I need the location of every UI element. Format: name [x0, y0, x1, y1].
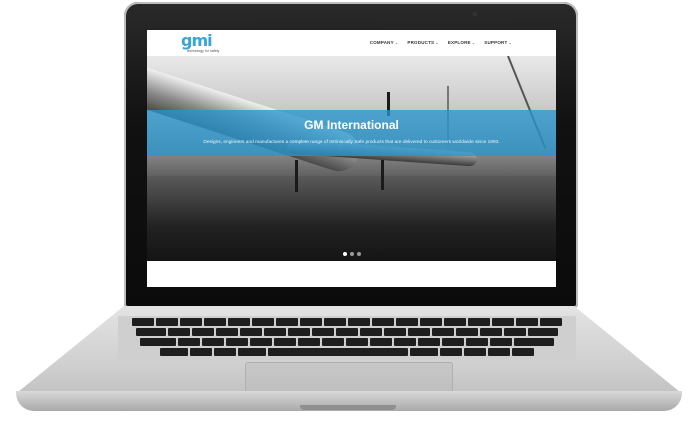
- key-row: [118, 318, 576, 326]
- key: [512, 348, 534, 356]
- nav-item-label: SUPPORT: [484, 40, 508, 45]
- key: [528, 328, 558, 336]
- nav-item-support[interactable]: SUPPORT ⌄: [484, 40, 512, 45]
- key: [440, 348, 462, 356]
- key: [214, 348, 236, 356]
- space-key: [268, 348, 408, 356]
- key: [228, 318, 250, 326]
- key: [468, 318, 490, 326]
- page-content-area: [147, 261, 556, 287]
- key: [432, 328, 454, 336]
- key: [396, 318, 418, 326]
- key: [252, 318, 274, 326]
- hero-pier: [295, 160, 298, 192]
- key: [160, 348, 188, 356]
- key: [442, 338, 464, 346]
- key: [140, 338, 176, 346]
- nav-item-label: EXPLORE: [447, 40, 471, 45]
- hero-water: [147, 176, 556, 261]
- key: [466, 338, 488, 346]
- key: [168, 328, 190, 336]
- key: [516, 318, 538, 326]
- hero-slider[interactable]: GM International Designs, engineers and …: [147, 56, 556, 261]
- key: [190, 348, 212, 356]
- slider-dot[interactable]: [356, 252, 361, 256]
- key: [276, 318, 298, 326]
- key: [456, 328, 478, 336]
- key: [240, 328, 262, 336]
- site-header: gmi technology for safety COMPANY ⌄ PROD…: [147, 30, 556, 56]
- nav-item-label: PRODUCTS: [407, 40, 435, 45]
- webcam-icon: [473, 12, 477, 16]
- chevron-down-icon: ⌄: [394, 40, 399, 45]
- laptop-screen: gmi technology for safety COMPANY ⌄ PROD…: [147, 30, 556, 287]
- logo-mark: gmi: [181, 31, 213, 50]
- key: [464, 348, 486, 356]
- key: [488, 348, 510, 356]
- slider-dot[interactable]: [342, 252, 347, 256]
- chevron-down-icon: ⌄: [471, 40, 476, 45]
- key: [346, 338, 368, 346]
- key: [410, 348, 438, 356]
- key: [178, 338, 200, 346]
- key: [408, 328, 430, 336]
- key: [312, 328, 334, 336]
- key: [348, 318, 370, 326]
- key: [322, 338, 344, 346]
- nav-item-products[interactable]: PRODUCTS ⌄: [407, 40, 438, 45]
- hero-pier: [381, 160, 384, 190]
- key: [274, 338, 296, 346]
- key: [300, 318, 322, 326]
- key: [136, 328, 166, 336]
- hero-banner: [147, 110, 556, 156]
- nav-item-company[interactable]: COMPANY ⌄: [370, 40, 399, 45]
- key: [264, 328, 286, 336]
- key: [216, 328, 238, 336]
- key: [132, 318, 154, 326]
- key: [492, 318, 514, 326]
- key: [418, 338, 440, 346]
- keyboard: [118, 316, 576, 360]
- nav-item-explore[interactable]: EXPLORE ⌄: [448, 40, 475, 45]
- main-nav: COMPANY ⌄ PRODUCTS ⌄ EXPLORE ⌄ SUPPORT ⌄: [370, 40, 512, 45]
- key: [204, 318, 226, 326]
- key: [420, 318, 442, 326]
- slider-dot[interactable]: [349, 252, 354, 256]
- key-row: [118, 338, 576, 346]
- key: [202, 338, 224, 346]
- key: [360, 328, 382, 336]
- key: [192, 328, 214, 336]
- key: [514, 338, 554, 346]
- key: [180, 318, 202, 326]
- hero-title: GM International: [304, 118, 399, 132]
- laptop-notch: [300, 405, 396, 410]
- key: [444, 318, 466, 326]
- logo[interactable]: gmi technology for safety: [181, 31, 220, 54]
- key: [298, 338, 320, 346]
- key-row: [118, 348, 576, 356]
- logo-tagline: technology for safety: [187, 49, 220, 53]
- key: [480, 328, 502, 336]
- key: [384, 328, 406, 336]
- key: [490, 338, 512, 346]
- hero-subtitle: Designs, engineers and manufactures a co…: [203, 140, 500, 145]
- chevron-down-icon: ⌄: [508, 40, 512, 45]
- key-row: [118, 328, 576, 336]
- key: [394, 338, 416, 346]
- nav-item-label: COMPANY: [369, 40, 394, 45]
- key: [370, 338, 392, 346]
- key: [504, 328, 526, 336]
- key: [540, 318, 562, 326]
- key: [238, 348, 266, 356]
- key: [336, 328, 358, 336]
- slider-dots: [147, 252, 556, 256]
- key: [324, 318, 346, 326]
- key: [250, 338, 272, 346]
- key: [156, 318, 178, 326]
- chevron-down-icon: ⌄: [435, 40, 439, 45]
- key: [226, 338, 248, 346]
- key: [372, 318, 394, 326]
- key: [288, 328, 310, 336]
